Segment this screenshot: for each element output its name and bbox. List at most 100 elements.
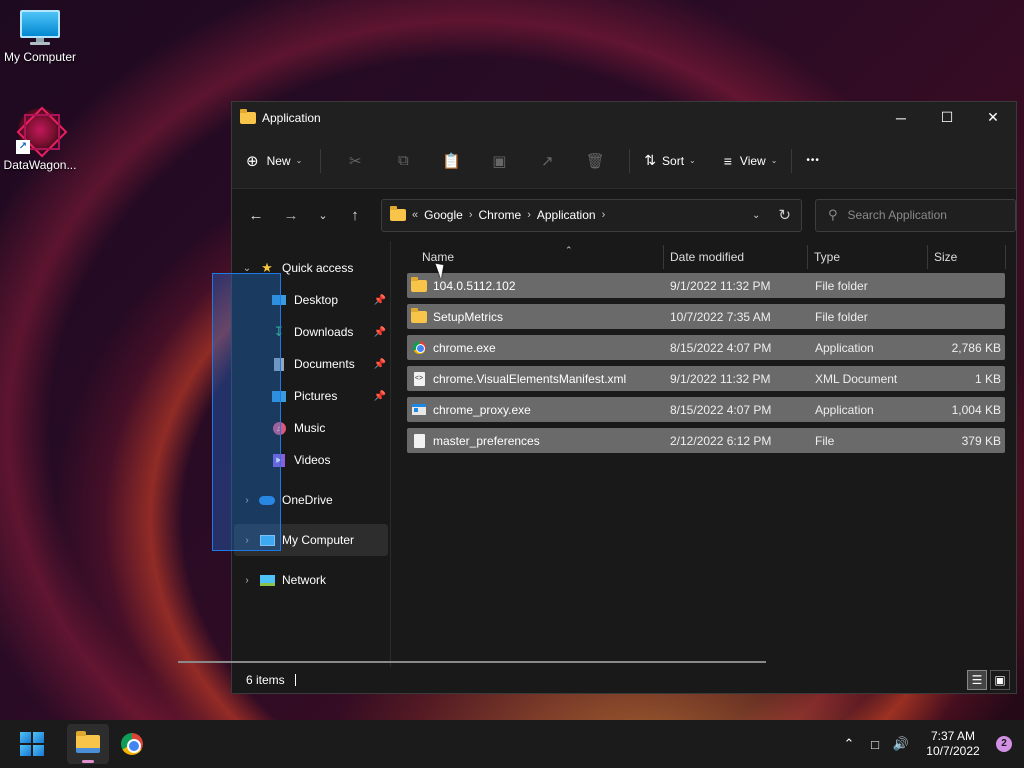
column-header-name[interactable]: ⌃ Name xyxy=(422,241,662,273)
copy-icon[interactable]: ⧉ xyxy=(379,152,427,169)
cut-icon[interactable]: ✂ xyxy=(331,152,379,170)
large-icons-view-icon[interactable]: ▣ xyxy=(990,670,1010,690)
minimize-button[interactable]: ─ xyxy=(878,102,924,133)
chevron-right-icon[interactable]: › xyxy=(236,575,258,586)
up-arrow-icon[interactable]: ↑ xyxy=(339,207,371,224)
overflow-chevron-icon[interactable]: « xyxy=(412,209,418,221)
clock[interactable]: 7:37 AM 10/7/2022 xyxy=(918,729,988,759)
file-name: 104.0.5112.102 xyxy=(433,278,516,293)
table-row[interactable]: master_preferences 2/12/2022 6:12 PM Fil… xyxy=(407,428,1005,453)
table-row[interactable]: 104.0.5112.102 9/1/2022 11:32 PM File fo… xyxy=(407,273,1005,298)
address-row: ← → ⌄ ↑ « Google › Chrome › Application … xyxy=(232,189,1016,241)
notification-badge[interactable]: 2 xyxy=(996,736,1012,752)
view-label: View xyxy=(739,153,766,168)
file-size: 1 KB xyxy=(974,371,1001,386)
file-type: XML Document xyxy=(815,371,898,386)
item-count: 6 items xyxy=(246,673,285,687)
chevron-up-icon[interactable]: ⌃ xyxy=(836,736,862,752)
file-type: File xyxy=(815,433,835,448)
address-bar[interactable]: « Google › Chrome › Application › ⌄ ↻ xyxy=(381,198,802,232)
column-divider[interactable] xyxy=(1005,245,1006,269)
windows-logo-icon xyxy=(20,732,44,756)
toolbar-divider xyxy=(629,148,631,173)
new-button[interactable]: ⊕ New ⌄ xyxy=(246,152,302,170)
title-bar[interactable]: Application ─ ☐ ✕ xyxy=(232,102,1016,133)
file-explorer-icon xyxy=(76,731,100,753)
command-bar: ⊕ New ⌄ ✂ ⧉ 📋 ▣ ↗ 🗑 ⇅ Sort ⌄ ≡ View ⌄ ••… xyxy=(232,133,1016,189)
back-arrow-icon[interactable]: ← xyxy=(240,207,272,224)
status-bar: 6 items ☰ ▣ xyxy=(232,667,1016,693)
nav-label: Quick access xyxy=(282,261,354,275)
file-date: 9/1/2022 11:32 PM xyxy=(670,371,771,386)
folder-icon xyxy=(390,206,406,221)
view-button[interactable]: ≡ View ⌄ xyxy=(724,153,778,169)
address-dropdown-icon[interactable]: ⌄ xyxy=(752,210,760,221)
table-row[interactable]: chrome_proxy.exe 8/15/2022 4:07 PM Appli… xyxy=(407,397,1005,422)
maximize-button[interactable]: ☐ xyxy=(924,102,970,133)
taskbar-chrome[interactable] xyxy=(111,724,153,764)
column-divider[interactable] xyxy=(807,245,808,269)
search-icon: ⚲ xyxy=(828,207,838,222)
desktop-icon-datawagon[interactable]: ↗ DataWagon... xyxy=(0,108,80,172)
breadcrumb-application[interactable]: Application xyxy=(537,208,596,222)
file-type: Application xyxy=(815,402,874,417)
volume-icon[interactable]: 🔊 xyxy=(888,736,914,752)
refresh-icon[interactable]: ↻ xyxy=(778,206,791,224)
nav-label: My Computer xyxy=(282,533,355,547)
close-button[interactable]: ✕ xyxy=(970,102,1016,133)
network-icon xyxy=(258,572,276,588)
taskbar: ⌃ □ 🔊 7:37 AM 10/7/2022 2 xyxy=(0,720,1024,768)
sort-button[interactable]: ⇅ Sort ⌄ xyxy=(644,152,695,169)
column-divider[interactable] xyxy=(927,245,928,269)
chevron-right-icon: › xyxy=(468,209,473,221)
window-title: Application xyxy=(262,110,321,125)
delete-icon[interactable]: 🗑 xyxy=(571,152,619,170)
breadcrumb-chrome[interactable]: Chrome xyxy=(479,208,522,222)
horizontal-scrollbar[interactable] xyxy=(178,661,766,663)
search-input[interactable]: ⚲ Search Application xyxy=(815,198,1016,232)
share-icon[interactable]: ↗ xyxy=(523,152,571,170)
paste-icon[interactable]: 📋 xyxy=(427,152,475,170)
chevron-down-icon: ⌄ xyxy=(770,156,778,165)
nav-label: Documents xyxy=(294,357,355,371)
file-rows: 104.0.5112.102 9/1/2022 11:32 PM File fo… xyxy=(407,273,1005,459)
nav-item-network[interactable]: › Network xyxy=(232,564,390,596)
file-size: 1,004 KB xyxy=(951,402,1001,417)
file-explorer-window: Application ─ ☐ ✕ ⊕ New ⌄ ✂ ⧉ 📋 ▣ ↗ 🗑 ⇅ … xyxy=(231,101,1017,694)
search-placeholder: Search Application xyxy=(847,208,947,222)
pin-icon: 📌 xyxy=(373,326,386,338)
chevron-right-icon[interactable]: › xyxy=(602,209,606,221)
breadcrumb-google[interactable]: Google xyxy=(424,208,463,222)
file-date: 10/7/2022 7:35 AM xyxy=(670,309,771,324)
desktop-icon-my-computer[interactable]: My Computer xyxy=(0,10,80,64)
file-icon xyxy=(411,433,427,448)
nav-label: Network xyxy=(282,573,327,587)
more-options-button[interactable]: ••• xyxy=(806,155,820,166)
column-header-date[interactable]: Date modified xyxy=(670,241,810,273)
file-list: ⌃ Name Date modified Type Size 104.0.511… xyxy=(391,241,1016,667)
file-date: 8/15/2022 4:07 PM xyxy=(670,340,772,355)
pin-icon: 📌 xyxy=(373,294,386,306)
start-button[interactable] xyxy=(11,724,53,764)
file-date: 8/15/2022 4:07 PM xyxy=(670,402,772,417)
column-divider[interactable] xyxy=(663,245,664,269)
column-header-size[interactable]: Size xyxy=(934,241,1004,273)
status-divider xyxy=(294,674,296,686)
view-icon: ≡ xyxy=(723,152,732,169)
desktop-icon-label: My Computer xyxy=(3,50,77,64)
active-indicator xyxy=(82,760,94,763)
forward-arrow-icon[interactable]: → xyxy=(275,207,307,224)
network-icon[interactable]: □ xyxy=(862,737,888,752)
file-name: chrome.VisualElementsManifest.xml xyxy=(433,371,627,386)
table-row[interactable]: SetupMetrics 10/7/2022 7:35 AM File fold… xyxy=(407,304,1005,329)
chevron-down-icon[interactable]: ⌄ xyxy=(236,263,258,274)
sort-icon: ⇅ xyxy=(644,152,657,168)
table-row[interactable]: <> chrome.VisualElementsManifest.xml 9/1/… xyxy=(407,366,1005,391)
rename-icon[interactable]: ▣ xyxy=(475,152,523,170)
table-row[interactable]: chrome.exe 8/15/2022 4:07 PM Application… xyxy=(407,335,1005,360)
recent-locations-chevron-icon[interactable]: ⌄ xyxy=(307,209,339,222)
taskbar-file-explorer[interactable] xyxy=(67,724,109,764)
chevron-right-icon: › xyxy=(527,209,531,221)
details-view-icon[interactable]: ☰ xyxy=(967,670,987,690)
column-header-type[interactable]: Type xyxy=(814,241,924,273)
